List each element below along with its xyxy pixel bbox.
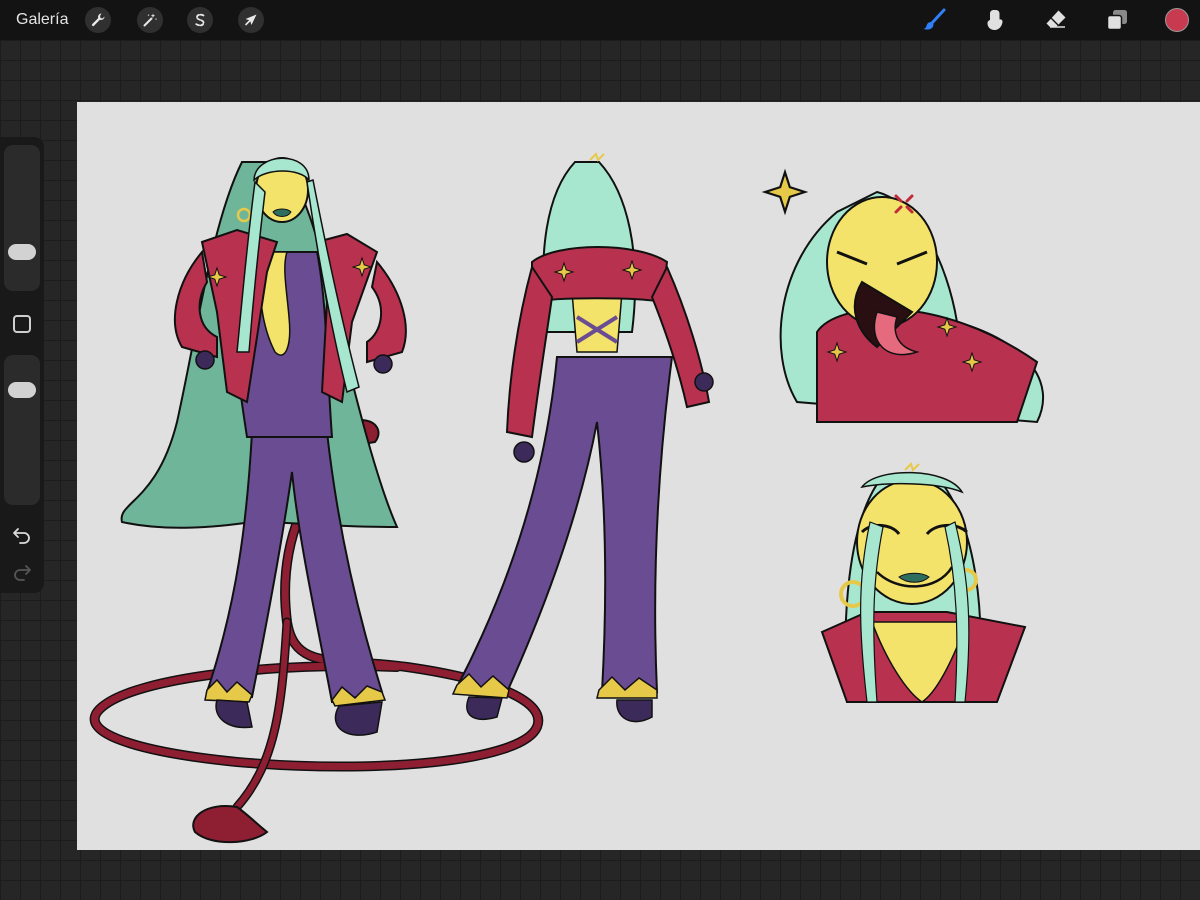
undo-icon[interactable] (11, 524, 33, 546)
selection-s-icon (192, 12, 208, 28)
brush-icon (921, 7, 947, 33)
layers-button[interactable] (1103, 6, 1131, 34)
smudge-tool-button[interactable] (980, 6, 1008, 34)
top-toolbar: Galería (0, 0, 1200, 40)
opacity-thumb[interactable] (8, 381, 36, 398)
selection-button[interactable] (187, 7, 213, 33)
magic-wand-icon (142, 12, 158, 28)
back-view-figure (451, 152, 714, 723)
smug-bust-sketch (820, 462, 1027, 703)
front-view-figure (120, 157, 407, 736)
redo-icon[interactable] (11, 561, 33, 583)
eraser-tool-button[interactable] (1042, 6, 1070, 34)
actions-button[interactable] (85, 7, 111, 33)
left-sidebar (0, 137, 44, 593)
drawing-canvas[interactable] (77, 102, 1200, 850)
arrow-cursor-icon (243, 12, 259, 28)
smudge-finger-icon (981, 7, 1007, 33)
brush-size-slider[interactable] (4, 145, 40, 291)
brush-size-thumb[interactable] (8, 244, 36, 261)
wrench-icon (90, 12, 106, 28)
layers-icon (1104, 7, 1130, 33)
opacity-slider[interactable] (4, 355, 40, 505)
eraser-icon (1043, 7, 1069, 33)
transform-button[interactable] (238, 7, 264, 33)
angry-bust-sketch (764, 171, 1044, 424)
brush-tool-button[interactable] (920, 6, 948, 34)
gallery-button[interactable]: Galería (16, 10, 68, 30)
color-swatch-button[interactable] (1165, 8, 1189, 32)
modify-square-icon[interactable] (13, 315, 31, 333)
character-sheet-artwork (89, 152, 1044, 844)
adjustments-button[interactable] (137, 7, 163, 33)
